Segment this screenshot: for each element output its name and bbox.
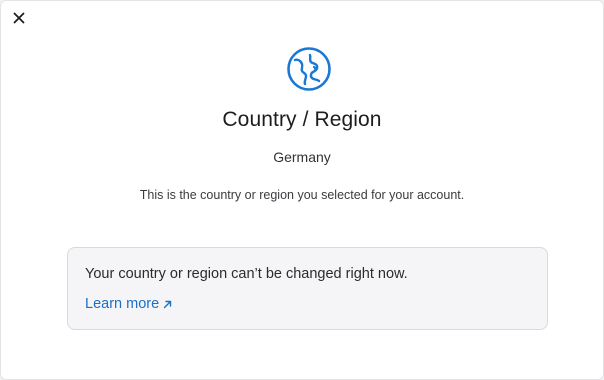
close-button[interactable]	[9, 8, 29, 28]
globe-icon	[287, 47, 331, 91]
learn-more-link[interactable]: Learn more	[85, 296, 173, 312]
external-arrow-icon	[163, 300, 172, 308]
close-icon[interactable]	[13, 12, 25, 24]
country-region-dialog: Country / Region Germany This is the cou…	[0, 0, 604, 380]
dialog-title: Country / Region	[222, 108, 382, 131]
notice-box: Your country or region can’t be changed …	[67, 247, 548, 330]
learn-more-label: Learn more	[85, 296, 160, 312]
notice-text: Your country or region can’t be changed …	[85, 266, 408, 282]
dialog-description: This is the country or region you select…	[139, 188, 465, 202]
selected-country: Germany	[273, 149, 331, 165]
